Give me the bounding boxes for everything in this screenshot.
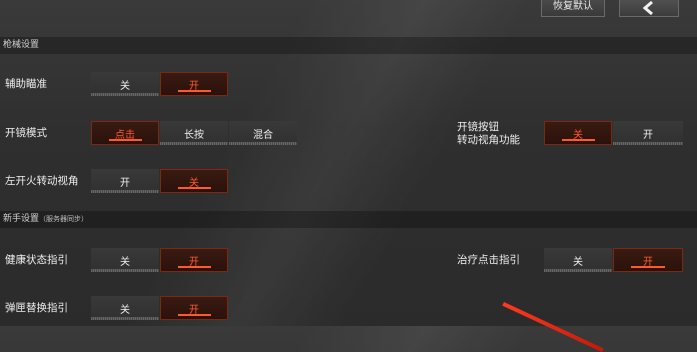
back-button[interactable] — [619, 0, 679, 17]
option-label: 长按 — [184, 129, 204, 141]
scope-mode-mixed-option[interactable]: 混合 — [229, 121, 297, 145]
heal-guide-off-option[interactable]: 关 — [544, 248, 612, 272]
scope-mode-hold-option[interactable]: 长按 — [160, 121, 228, 145]
aim-assist-on-option[interactable]: 开 — [160, 72, 228, 96]
scope-mode-tap-option[interactable]: 点击 — [91, 121, 159, 145]
option-label: 开 — [189, 304, 199, 316]
chevron-left-icon — [642, 1, 653, 15]
row-label-heal-click-guide: 治疗点击指引 — [457, 254, 520, 266]
row-label-left-fire-rotate: 左开火转动视角 — [5, 175, 79, 187]
option-label: 关 — [189, 177, 199, 189]
health-guide-off-option[interactable]: 关 — [91, 248, 159, 272]
row-label-line-2: 转动视角功能 — [457, 134, 520, 146]
top-bar: 恢复默认 — [0, 0, 697, 24]
heal-guide-on-option[interactable]: 开 — [613, 248, 683, 272]
option-label: 关 — [120, 256, 130, 268]
option-label: 开 — [189, 256, 199, 268]
option-label: 混合 — [253, 129, 273, 141]
option-label: 关 — [573, 256, 583, 268]
section-subtitle: （服务器同步） — [39, 215, 89, 223]
row-label-scope-mode: 开镜模式 — [5, 127, 47, 139]
option-label: 开 — [189, 80, 199, 92]
option-label: 开 — [643, 129, 653, 141]
left-fire-off-option[interactable]: 关 — [160, 169, 228, 193]
reset-default-button[interactable]: 恢复默认 — [541, 0, 605, 17]
scope-rotate-on-option[interactable]: 开 — [613, 121, 683, 145]
magazine-guide-on-option[interactable]: 开 — [160, 296, 228, 320]
option-label: 开 — [643, 256, 653, 268]
option-label: 关 — [120, 80, 130, 92]
option-label: 点击 — [115, 129, 135, 141]
magazine-guide-off-option[interactable]: 关 — [91, 296, 159, 320]
row-label-aim-assist: 辅助瞄准 — [5, 78, 47, 90]
section-header-newbie: 新手设置（服务器同步） — [0, 211, 697, 228]
aim-assist-off-option[interactable]: 关 — [91, 72, 159, 96]
section-title: 新手设置 — [3, 214, 40, 224]
row-label-health-guide: 健康状态指引 — [5, 254, 68, 266]
row-label-scope-button-rotate: 开镜按钮 转动视角功能 — [457, 121, 520, 147]
section-title: 枪械设置 — [3, 40, 40, 50]
health-guide-on-option[interactable]: 开 — [160, 248, 228, 272]
row-label-magazine-guide: 弹匣替换指引 — [5, 302, 68, 314]
option-label: 关 — [573, 129, 583, 141]
section-header-weapon: 枪械设置 — [0, 37, 697, 54]
row-label-line-1: 开镜按钮 — [457, 121, 499, 133]
option-label: 开 — [120, 177, 130, 189]
decorative-red-stroke — [502, 302, 604, 352]
left-fire-on-option[interactable]: 开 — [91, 169, 159, 193]
scope-rotate-off-option[interactable]: 关 — [544, 121, 612, 145]
option-label: 关 — [120, 304, 130, 316]
